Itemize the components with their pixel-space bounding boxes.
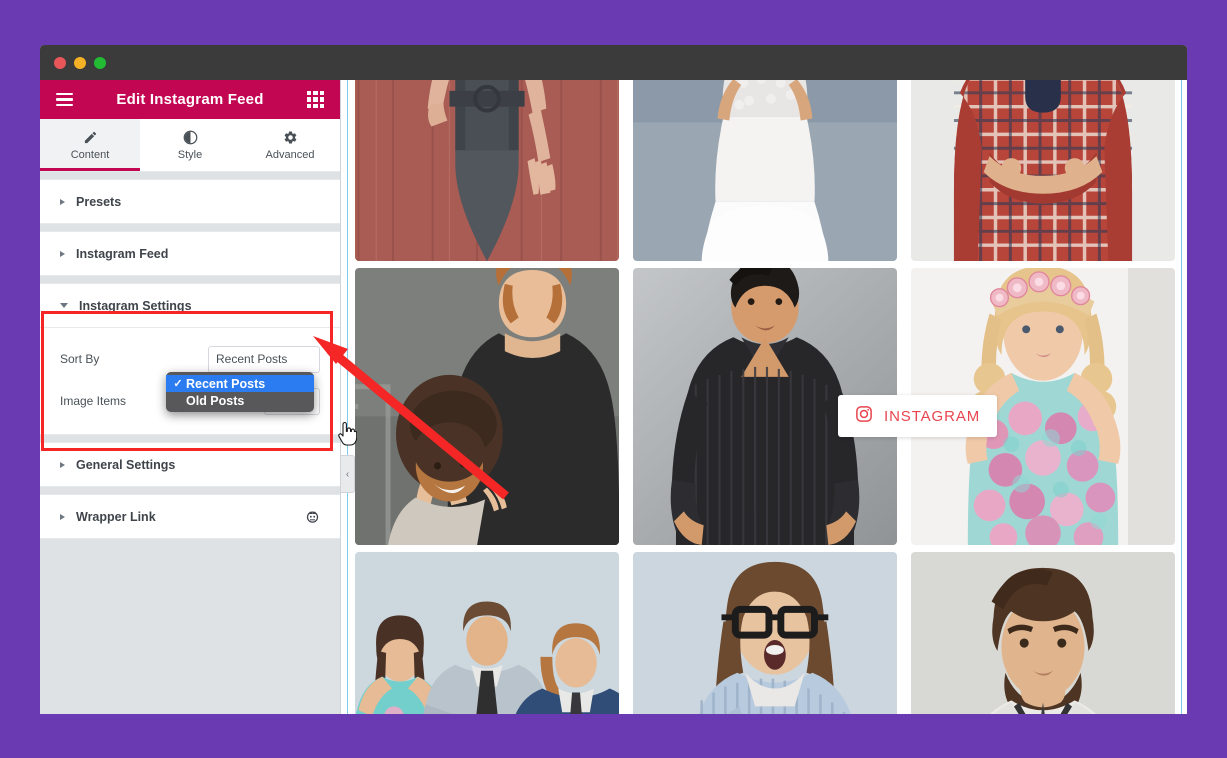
feed-item[interactable] [355, 80, 619, 261]
window-close-button[interactable] [54, 56, 66, 69]
section-wrapper-link-label: Wrapper Link [76, 509, 156, 524]
panel-header: Edit Instagram Feed [40, 80, 340, 119]
section-general-settings-label: General Settings [76, 457, 176, 472]
window-maximize-button[interactable] [94, 56, 106, 69]
dropdown-option-old-posts[interactable]: Old Posts [166, 392, 314, 409]
preview-canvas: ‹ INSTAGRAM [340, 80, 1187, 714]
contrast-icon [183, 129, 198, 145]
dropdown-option-old-posts-label: Old Posts [186, 393, 245, 408]
tab-style-label: Style [177, 149, 203, 161]
feed-item[interactable] [911, 552, 1175, 714]
section-instagram-settings-label: Instagram Settings [79, 298, 192, 313]
sort-by-label: Sort By [60, 352, 100, 366]
feed-item[interactable] [355, 552, 619, 714]
section-presets-header[interactable]: Presets [40, 180, 340, 223]
sort-by-dropdown-menu[interactable]: ✓ Recent Posts Old Posts [166, 372, 314, 412]
chevron-down-icon [60, 303, 68, 308]
chevron-right-icon [60, 198, 65, 205]
pro-crown-icon [304, 509, 320, 525]
feed-item[interactable] [355, 268, 619, 545]
image-items-label: Image Items [60, 394, 127, 408]
chevron-right-icon [60, 250, 65, 257]
gear-icon [283, 129, 298, 145]
page-root: Edit Instagram Feed Content Style Advanc… [0, 0, 1227, 758]
section-wrapper-link-header[interactable]: Wrapper Link [40, 495, 340, 538]
window-titlebar [40, 45, 1187, 80]
feed-item[interactable] [911, 80, 1175, 261]
page-title: Edit Instagram Feed [116, 91, 264, 108]
tab-advanced[interactable]: Advanced [240, 119, 340, 171]
dropdown-option-recent-posts[interactable]: ✓ Recent Posts [166, 375, 314, 392]
section-instagram-settings-header[interactable]: Instagram Settings [40, 284, 340, 327]
hamburger-icon[interactable] [56, 92, 73, 107]
section-instagram-settings: Instagram Settings Sort By Recent Posts … [40, 283, 340, 435]
section-presets: Presets [40, 179, 340, 224]
instagram-badge-label: INSTAGRAM [884, 407, 981, 425]
pencil-icon [83, 129, 98, 145]
instagram-badge[interactable]: INSTAGRAM [838, 395, 998, 437]
chevron-right-icon [60, 461, 65, 468]
section-general-settings-header[interactable]: General Settings [40, 443, 340, 486]
section-general-settings: General Settings [40, 442, 340, 487]
app-window: Edit Instagram Feed Content Style Advanc… [40, 45, 1187, 714]
instagram-feed-grid [355, 80, 1175, 714]
section-instagram-feed: Instagram Feed [40, 231, 340, 276]
control-sort-by: Sort By Recent Posts [60, 342, 320, 376]
panel-tabs: Content Style Advanced [40, 119, 340, 172]
feed-item[interactable] [633, 80, 897, 261]
window-minimize-button[interactable] [74, 56, 86, 69]
sort-by-dropdown[interactable]: Recent Posts [208, 345, 320, 373]
tab-content[interactable]: Content [40, 119, 140, 171]
section-instagram-feed-header[interactable]: Instagram Feed [40, 232, 340, 275]
sort-by-select-wrap: Recent Posts [208, 345, 320, 373]
check-icon: ✓ [173, 378, 183, 390]
instagram-camera-icon [855, 405, 873, 428]
window-body: Edit Instagram Feed Content Style Advanc… [40, 80, 1187, 714]
chevron-right-icon [60, 513, 65, 520]
grid-apps-icon[interactable] [307, 91, 324, 108]
panel-sections-scroll[interactable]: Presets Instagram Feed Instagram Setting… [40, 172, 340, 714]
panel-collapse-handle[interactable]: ‹ [341, 455, 355, 493]
tab-content-label: Content [70, 149, 110, 161]
section-instagram-feed-label: Instagram Feed [76, 246, 169, 261]
dropdown-option-recent-posts-label: Recent Posts [186, 376, 266, 391]
section-presets-label: Presets [76, 194, 122, 209]
feed-item[interactable] [633, 552, 897, 714]
tab-advanced-label: Advanced [265, 149, 315, 161]
section-wrapper-link: Wrapper Link [40, 494, 340, 539]
canvas-guide-left [347, 80, 348, 714]
elementor-left-panel: Edit Instagram Feed Content Style Advanc… [40, 80, 357, 714]
tab-style[interactable]: Style [140, 119, 240, 171]
canvas-guide-right [1181, 80, 1182, 714]
